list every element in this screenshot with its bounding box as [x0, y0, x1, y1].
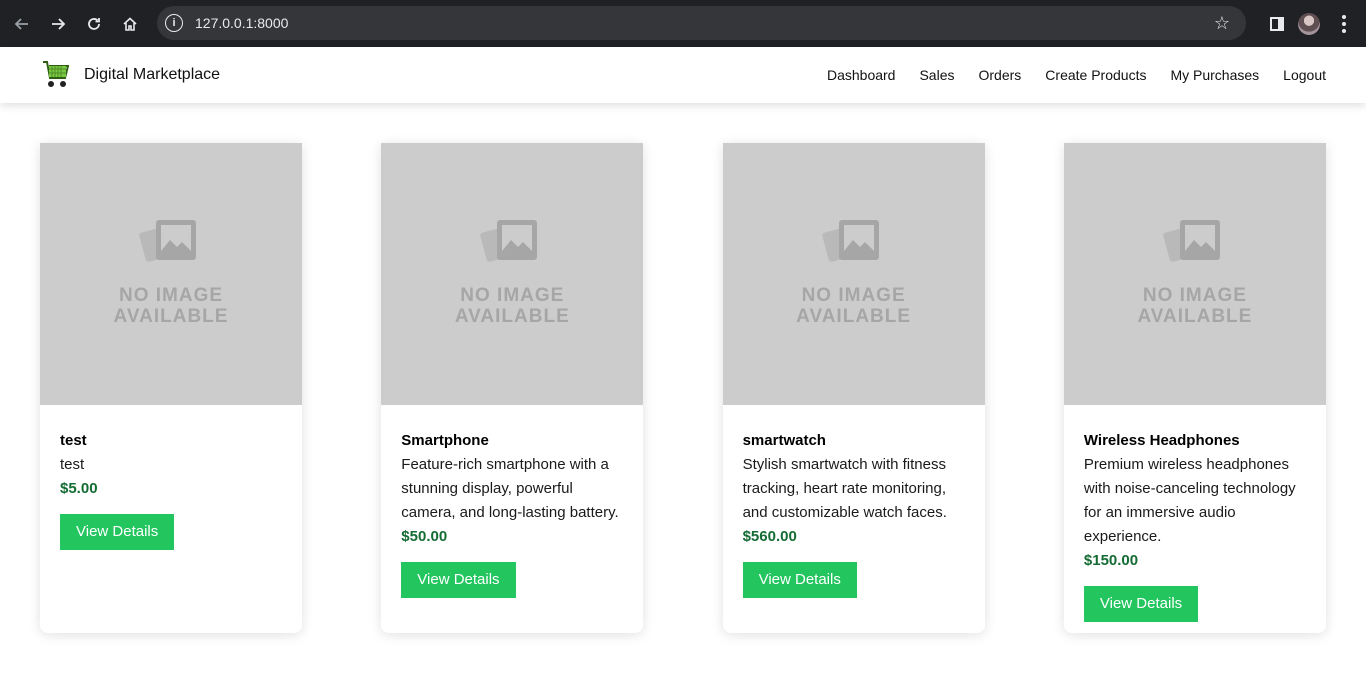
product-description: Feature-rich smartphone with a stunning … [401, 456, 619, 521]
image-placeholder-icon [821, 220, 879, 262]
product-name: Smartphone [401, 432, 489, 449]
product-grid: NO IMAGE AVAILABLE test test $5.00 View … [40, 143, 1326, 633]
profile-avatar[interactable] [1298, 12, 1320, 35]
brand[interactable]: Digital Marketplace [40, 59, 220, 91]
view-details-button[interactable]: View Details [742, 562, 857, 598]
no-image-text: NO IMAGE AVAILABLE [454, 285, 570, 327]
product-image-placeholder: NO IMAGE AVAILABLE [40, 143, 302, 405]
info-icon[interactable]: i [165, 14, 183, 32]
shopping-cart-icon [43, 61, 70, 87]
product-card: NO IMAGE AVAILABLE test test $5.00 View … [40, 143, 302, 633]
image-placeholder-icon [1163, 220, 1220, 262]
url-text[interactable]: 127.0.0.1:8000 [195, 15, 288, 31]
product-card: NO IMAGE AVAILABLE Wireless Headphones P… [1063, 143, 1326, 633]
site-navbar: Digital Marketplace Dashboard Sales Orde… [0, 47, 1366, 103]
image-placeholder-icon [480, 220, 538, 262]
nav-orders[interactable]: Orders [979, 67, 1022, 83]
star-icon[interactable]: ☆ [1214, 14, 1230, 32]
nav-sales[interactable]: Sales [919, 67, 954, 83]
product-description: test [60, 456, 85, 473]
home-icon[interactable] [112, 6, 148, 42]
product-price: $560.00 [742, 528, 797, 545]
product-card: NO IMAGE AVAILABLE smartwatch Stylish sm… [722, 143, 985, 633]
nav-logout[interactable]: Logout [1283, 67, 1326, 83]
product-name: test [60, 432, 87, 449]
product-description: Stylish smartwatch with fitness tracking… [742, 456, 947, 521]
image-placeholder-icon [139, 220, 196, 262]
menu-icon[interactable] [1334, 14, 1354, 33]
view-details-button[interactable]: View Details [1083, 586, 1199, 622]
product-card: NO IMAGE AVAILABLE Smartphone Feature-ri… [381, 143, 644, 633]
product-image-placeholder: NO IMAGE AVAILABLE [381, 143, 644, 405]
brand-name[interactable]: Digital Marketplace [84, 66, 220, 84]
product-price: $150.00 [1083, 552, 1139, 569]
no-image-text: NO IMAGE AVAILABLE [113, 285, 229, 327]
browser-toolbar: i 127.0.0.1:8000 ☆ [0, 0, 1366, 47]
nav-create-products[interactable]: Create Products [1045, 67, 1146, 83]
product-name: smartwatch [742, 432, 826, 449]
product-price: $5.00 [60, 480, 98, 497]
no-image-text: NO IMAGE AVAILABLE [1137, 285, 1253, 327]
back-icon[interactable] [4, 6, 40, 42]
view-details-button[interactable]: View Details [401, 562, 516, 598]
product-image-placeholder: NO IMAGE AVAILABLE [722, 143, 985, 405]
product-price: $50.00 [401, 528, 448, 545]
product-image-placeholder: NO IMAGE AVAILABLE [1063, 143, 1326, 405]
main-menu: Dashboard Sales Orders Create Products M… [827, 67, 1326, 83]
address-bar[interactable]: i 127.0.0.1:8000 ☆ [157, 6, 1246, 40]
reload-icon[interactable] [76, 6, 112, 42]
forward-icon[interactable] [40, 6, 76, 42]
nav-dashboard[interactable]: Dashboard [827, 67, 896, 83]
product-name: Wireless Headphones [1083, 432, 1240, 449]
view-details-button[interactable]: View Details [60, 514, 175, 550]
no-image-text: NO IMAGE AVAILABLE [796, 285, 912, 327]
product-description: Premium wireless headphones with noise-c… [1083, 456, 1296, 545]
nav-my-purchases[interactable]: My Purchases [1170, 67, 1259, 83]
side-panel-icon[interactable] [1270, 16, 1284, 31]
